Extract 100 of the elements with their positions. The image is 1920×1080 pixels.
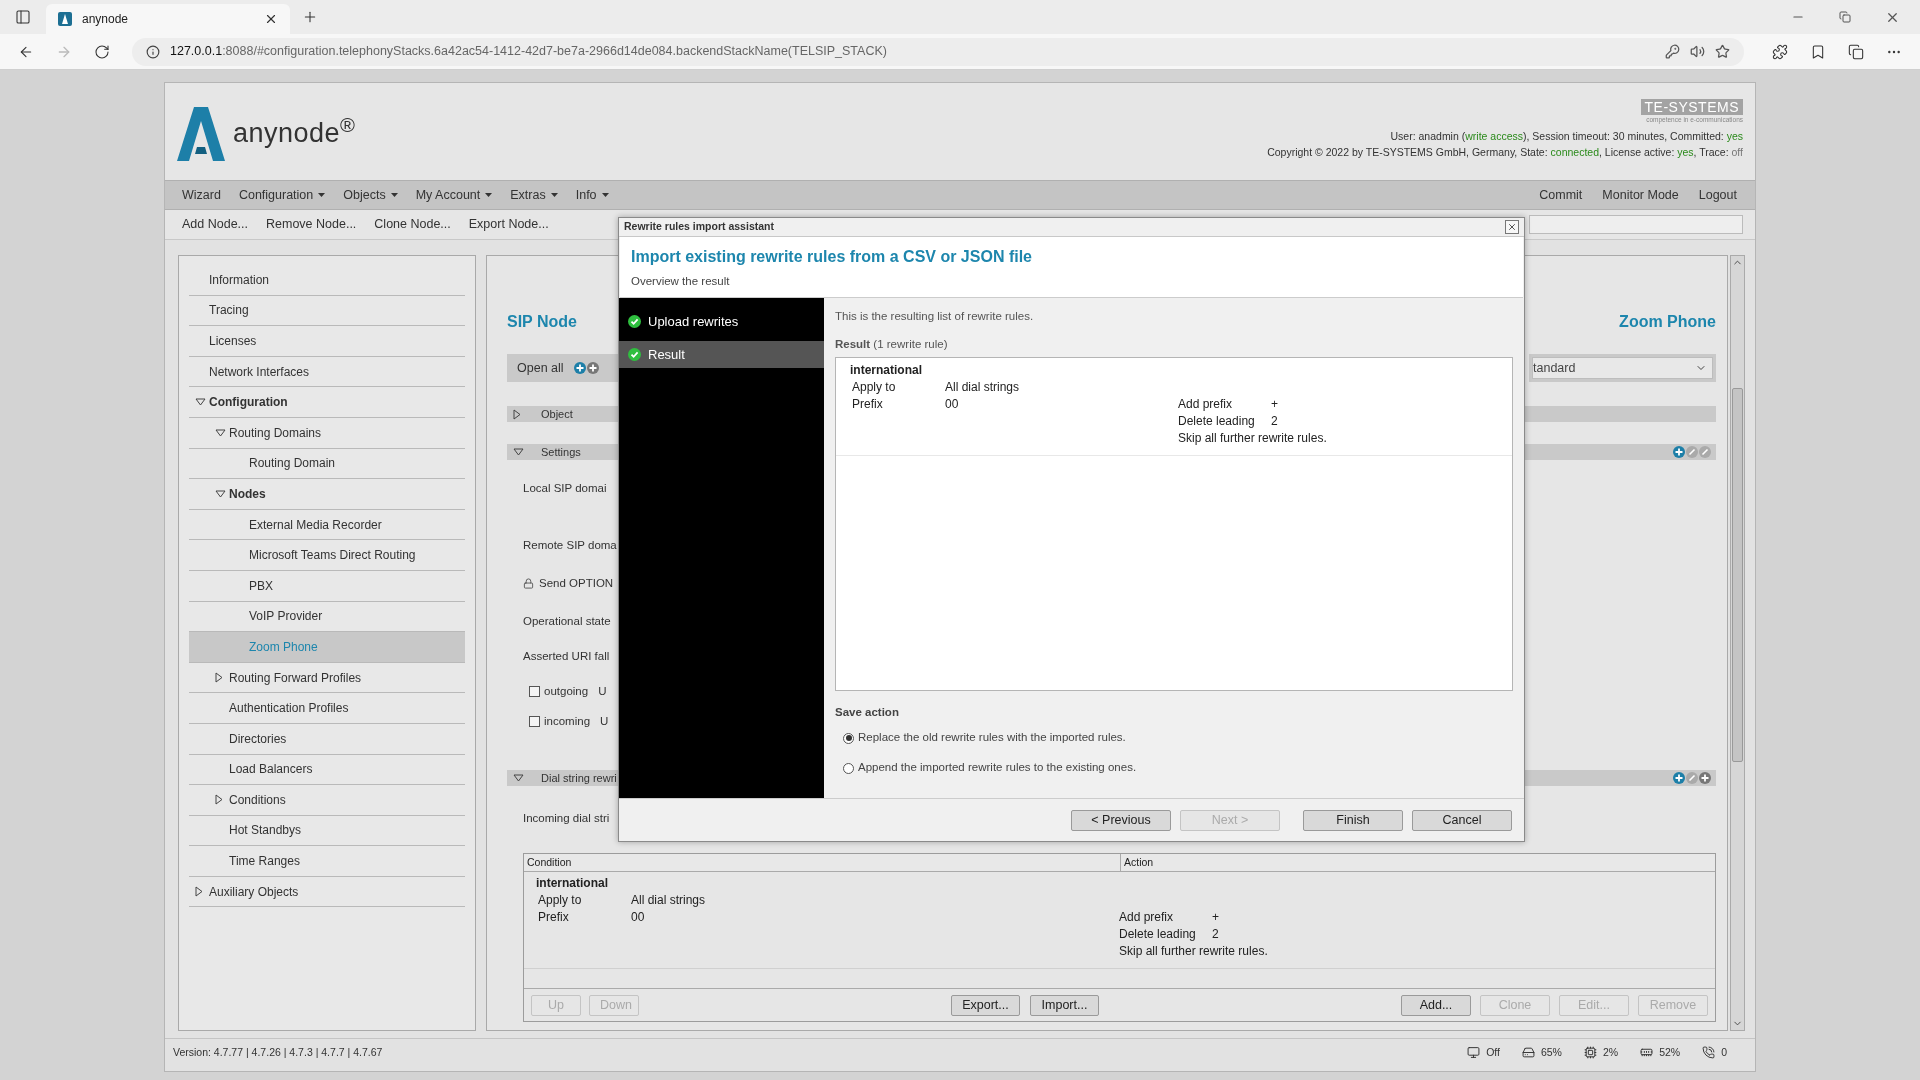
toolbar-field[interactable]	[1529, 215, 1743, 234]
wizard-step[interactable]: Upload rewrites	[619, 308, 824, 335]
collapse-triangle-icon[interactable]	[513, 774, 524, 782]
caret-icon	[601, 193, 609, 197]
sidebar-item[interactable]: Time Ranges	[189, 846, 465, 877]
caret-icon	[318, 193, 326, 197]
caret-icon	[485, 193, 493, 197]
restore-icon[interactable]	[1839, 11, 1851, 23]
expand-triangle-icon[interactable]	[513, 408, 521, 420]
toolbar-button[interactable]: Add Node...	[173, 215, 257, 234]
plus-circle-icon[interactable]	[573, 362, 586, 374]
address-field[interactable]: 127.0.0.1:8088/#configuration.telephonyStacks.6a42ac54-1412-42d7-be7a-2966d14de084.backendStackName(TELSIP_STACK)	[132, 37, 1744, 66]
bookmark-icon[interactable]	[1810, 43, 1826, 60]
collapse-triangle-icon[interactable]	[195, 398, 206, 407]
memory-icon	[1640, 1046, 1654, 1059]
action-value: +	[1271, 396, 1278, 413]
node-name: Zoom Phone	[1619, 312, 1716, 332]
sidebar-item[interactable]: Hot Standbys	[189, 815, 465, 847]
status-value: 2%	[1602, 1044, 1619, 1060]
sidebar-item[interactable]: Microsoft Teams Direct Routing	[189, 540, 465, 571]
toolbar-button[interactable]: Remove Node...	[257, 215, 366, 234]
dialog-subheading: Overview the result	[631, 274, 731, 289]
plus-circle-icon[interactable]	[1673, 446, 1685, 458]
sidebar-item[interactable]: Information	[189, 265, 465, 296]
wizard-step[interactable]: Result	[619, 341, 824, 368]
sidebar-item[interactable]: Routing Forward Profiles	[189, 662, 465, 694]
collapse-triangle-icon[interactable]	[215, 428, 226, 437]
extensions-icon[interactable]	[1772, 43, 1788, 60]
collapse-triangle-icon[interactable]	[513, 448, 524, 456]
new-tab-icon[interactable]	[302, 9, 318, 25]
toolbar-button[interactable]: Export Node...	[459, 215, 558, 234]
menu-item[interactable]: Extras	[501, 185, 567, 205]
reload-icon[interactable]	[94, 43, 110, 60]
menu-item[interactable]: Info	[566, 185, 618, 205]
browser-tab[interactable]: anynode	[46, 4, 290, 34]
plus-circle-icon[interactable]	[1699, 772, 1711, 784]
sidebar-item[interactable]: Tracing	[189, 295, 465, 327]
profile-select[interactable]: tandard	[1532, 357, 1713, 379]
radio-button[interactable]	[843, 762, 854, 774]
action-value: 2	[1212, 926, 1219, 943]
menu-item[interactable]: Wizard	[173, 185, 230, 205]
sidebar-toggle-icon[interactable]	[15, 9, 31, 25]
menu-item[interactable]: Objects	[334, 185, 407, 205]
collections-icon[interactable]	[1848, 43, 1864, 60]
sidebar-item[interactable]: External Media Recorder	[189, 509, 465, 541]
caret-icon	[550, 193, 558, 197]
button[interactable]: Import...	[1030, 994, 1099, 1016]
expand-triangle-icon[interactable]	[215, 794, 223, 806]
button[interactable]: < Previous	[1071, 809, 1171, 831]
button[interactable]: Cancel	[1412, 809, 1512, 831]
plus-circle-icon[interactable]	[1673, 772, 1685, 784]
volume-icon[interactable]	[1690, 44, 1705, 59]
monitor-icon	[1467, 1046, 1481, 1059]
info-icon[interactable]	[146, 44, 160, 59]
sidebar-item[interactable]: Routing Domain	[189, 448, 465, 480]
expand-triangle-icon[interactable]	[215, 672, 223, 683]
action-text: Skip all further rewrite rules.	[1178, 430, 1327, 447]
collapse-triangle-icon[interactable]	[215, 489, 226, 498]
button[interactable]: Add...	[1401, 994, 1471, 1016]
close-button[interactable]	[1505, 220, 1519, 234]
scrollbar[interactable]	[1730, 255, 1745, 1031]
sidebar-item[interactable]: Nodes	[189, 479, 465, 510]
close-tab-icon[interactable]	[264, 12, 278, 26]
expand-triangle-icon[interactable]	[195, 886, 203, 898]
status-text: Copyright © 2022 by TE-SYSTEMS GmbH, Germany, State: connected, License active: yes, Trace: off	[1267, 145, 1743, 160]
rule-row[interactable]: international Apply to All dial strings Prefix 00 Add prefix + Delete leading 2 Skip all further rewrite rules.	[524, 872, 1715, 969]
checkbox[interactable]	[529, 716, 540, 728]
sidebar-item[interactable]: Conditions	[189, 785, 465, 816]
toolbar-button[interactable]: Clone Node...	[365, 215, 460, 234]
sidebar-item[interactable]: Auxiliary Objects	[189, 876, 465, 908]
sidebar-item[interactable]: PBX	[189, 570, 465, 602]
sidebar-item[interactable]: Authentication Profiles	[189, 693, 465, 724]
menu-item[interactable]: Commit	[1529, 185, 1593, 205]
action-value: 2	[1271, 413, 1278, 430]
field-label: Incoming dial stri	[523, 812, 610, 824]
star-icon[interactable]	[1715, 44, 1730, 59]
status-value: 52%	[1659, 1044, 1681, 1060]
button[interactable]: Export...	[951, 994, 1020, 1016]
sidebar-item[interactable]: Directories	[189, 723, 465, 755]
checkbox[interactable]	[529, 686, 540, 698]
open-all-link[interactable]: Open all	[517, 358, 564, 378]
sidebar-item[interactable]: Load Balancers	[189, 754, 465, 786]
sidebar-item[interactable]: Network Interfaces	[189, 356, 465, 388]
key-icon[interactable]	[1665, 44, 1680, 59]
status-value: Off	[1486, 1044, 1500, 1060]
menu-item[interactable]: Monitor Mode	[1592, 185, 1689, 205]
radio-button[interactable]	[843, 732, 854, 744]
sidebar-item[interactable]: Configuration	[189, 387, 465, 418]
close-icon	[1507, 222, 1517, 232]
rule-row[interactable]: international Apply to All dial strings Prefix 00 Add prefix + Delete leading 2 Skip all further rewrite rules.	[836, 358, 1512, 456]
plus-circle-icon[interactable]	[586, 362, 599, 374]
menu-item[interactable]: My Account	[406, 185, 502, 205]
button[interactable]: Finish	[1303, 809, 1403, 831]
menu-item[interactable]: Configuration	[229, 185, 335, 205]
sidebar-item[interactable]: Routing Domains	[189, 417, 465, 449]
sidebar-item[interactable]: Licenses	[189, 326, 465, 357]
field-label: Operational state	[523, 614, 611, 629]
field-label: Remote SIP doma	[523, 538, 617, 553]
menu-item[interactable]: Logout	[1688, 185, 1747, 205]
hard-drive-icon	[1521, 1046, 1535, 1059]
